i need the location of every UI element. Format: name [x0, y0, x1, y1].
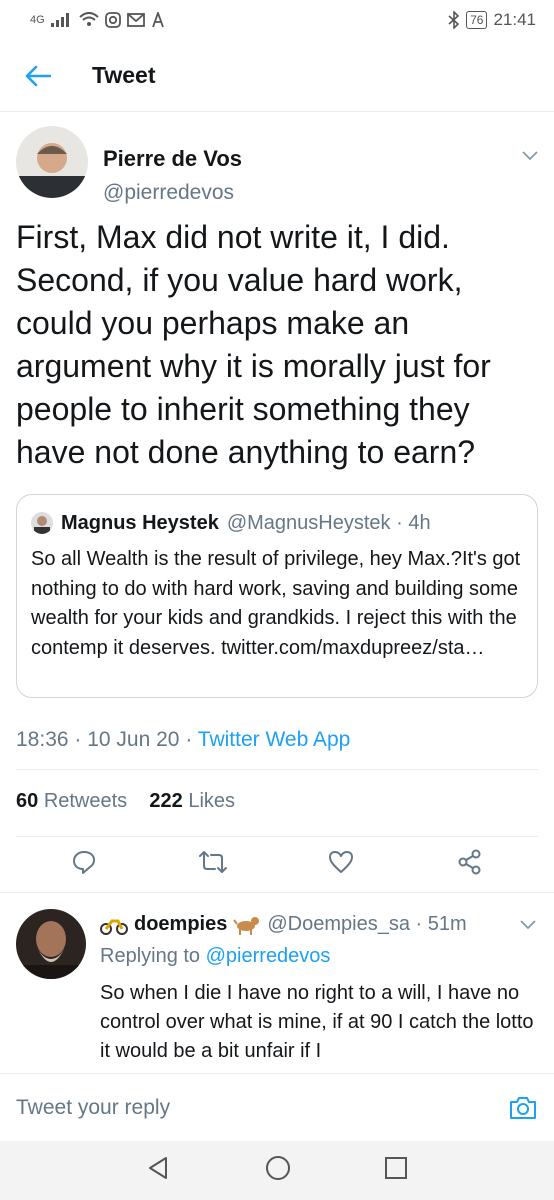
retweets-count: 60: [16, 790, 39, 812]
divider: [16, 836, 538, 837]
quoted-tweet[interactable]: Magnus Heystek @MagnusHeystek · 4h So al…: [16, 494, 538, 698]
back-arrow-icon[interactable]: [14, 52, 62, 100]
quote-author-handle: @MagnusHeystek · 4h: [226, 511, 431, 534]
retweet-icon: [198, 851, 227, 873]
signal-icon: [50, 13, 69, 27]
replying-to: Replying to @pierredevos: [100, 945, 330, 968]
reply-button[interactable]: [62, 840, 106, 884]
quote-author-name: Magnus Heystek: [61, 511, 219, 534]
reply-text: So when I die I have no right to a will,…: [100, 982, 534, 1062]
divider: [16, 769, 538, 770]
square-recents-icon: [385, 1157, 407, 1179]
reply-tweet[interactable]: doempies @Doempies_sa · 51m Replying to …: [0, 893, 554, 1073]
wifi-icon: [79, 12, 99, 26]
page-title: Tweet: [92, 62, 156, 88]
camera-icon[interactable]: [508, 1093, 538, 1123]
mail-icon: [126, 13, 145, 27]
reply-avatar[interactable]: [16, 909, 86, 979]
likes-count-link[interactable]: 222 Likes: [149, 790, 235, 812]
reply-author-handle: @Doempies_sa · 51m: [267, 913, 467, 935]
reply-header: doempies @Doempies_sa · 51m: [100, 913, 467, 936]
top-nav: Tweet: [0, 40, 554, 112]
likes-label: Likes: [188, 790, 236, 812]
battery-indicator: 76: [466, 11, 488, 29]
like-button[interactable]: [319, 840, 363, 884]
replying-label: Replying to: [100, 945, 201, 967]
reply-icon: [73, 851, 96, 874]
system-nav-bar: [0, 1141, 554, 1200]
recents-button[interactable]: [384, 1156, 408, 1185]
compose-bar: Tweet your reply: [0, 1073, 554, 1141]
clock: 21:41: [493, 10, 536, 29]
tweet-actions: [0, 840, 554, 884]
meta-separator: ·: [185, 728, 198, 751]
motorcycle-icon: [100, 919, 128, 935]
tweet-date: 10 Jun 20: [87, 728, 180, 751]
bluetooth-icon: [448, 11, 460, 29]
meta-separator: ·: [74, 728, 88, 751]
author-name[interactable]: Pierre de Vos: [103, 146, 242, 172]
triangle-back-icon: [149, 1157, 167, 1179]
instagram-icon: [104, 12, 121, 28]
replying-to-link[interactable]: @pierredevos: [206, 945, 331, 967]
network-label: 4G: [30, 14, 45, 26]
chevron-down-icon[interactable]: [520, 917, 536, 935]
tweet-author: Pierre de Vos @pierredevos: [16, 126, 538, 206]
share-button[interactable]: [448, 840, 492, 884]
back-button[interactable]: [146, 1155, 172, 1186]
retweets-count-link[interactable]: 60 Retweets: [16, 790, 127, 812]
dog-icon: [233, 916, 260, 935]
tweet-source-link[interactable]: Twitter Web App: [198, 728, 351, 751]
tweet-meta: 18:36 · 10 Jun 20 · Twitter Web App: [16, 728, 350, 752]
circle-home-icon: [266, 1156, 290, 1180]
engagement-counts: 60 Retweets 222 Likes: [16, 790, 235, 813]
status-bar: 4G 76 21:41: [0, 0, 554, 40]
tweet-text: First, Max did not write it, I did. Seco…: [16, 219, 491, 470]
tweet-time: 18:36: [16, 728, 69, 751]
quote-text: So all Wealth is the result of privilege…: [31, 548, 521, 659]
chevron-down-icon[interactable]: [522, 148, 538, 166]
author-handle[interactable]: @pierredevos: [103, 181, 234, 205]
retweet-button[interactable]: [191, 840, 235, 884]
quote-avatar: [31, 512, 53, 534]
reply-input[interactable]: Tweet your reply: [16, 1096, 508, 1120]
home-button[interactable]: [264, 1154, 292, 1187]
author-avatar[interactable]: [16, 126, 88, 198]
likes-count: 222: [149, 790, 183, 812]
retweets-label: Retweets: [43, 790, 128, 812]
activity-icon: [151, 12, 164, 28]
reply-author-name: doempies: [134, 913, 228, 935]
heart-icon: [329, 851, 354, 873]
share-icon: [458, 849, 481, 875]
